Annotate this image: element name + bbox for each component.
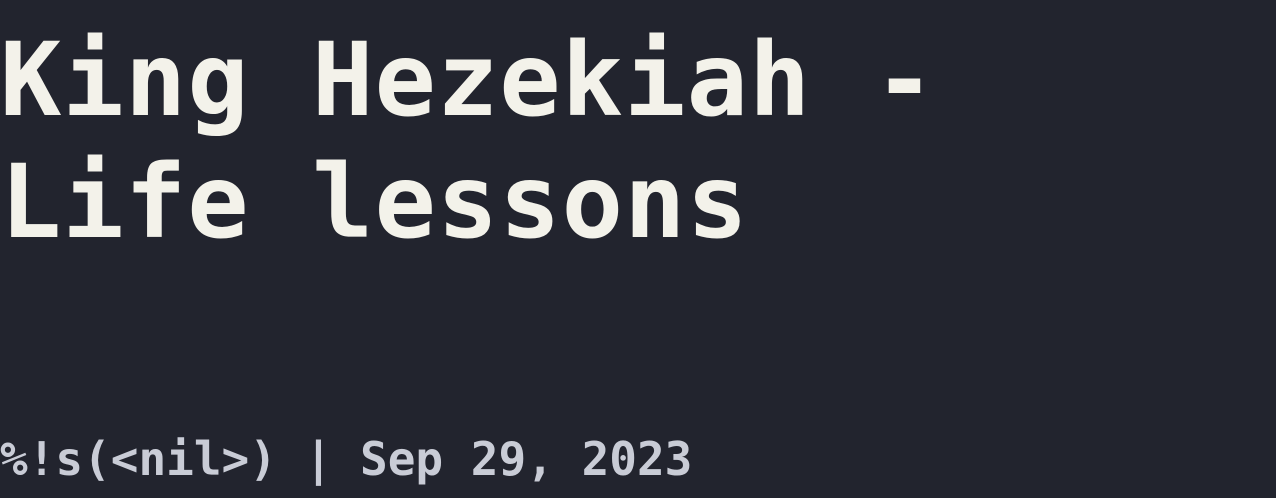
post-title-line-1: King Hezekiah - [0,21,937,140]
post-meta: %!s(<nil>) | Sep 29, 2023 [0,432,693,486]
post-title: King Hezekiah - Life lessons [0,20,1260,265]
post-preview-card: King Hezekiah - Life lessons %!s(<nil>) … [0,0,1276,498]
post-title-line-2: Life lessons [0,143,749,263]
